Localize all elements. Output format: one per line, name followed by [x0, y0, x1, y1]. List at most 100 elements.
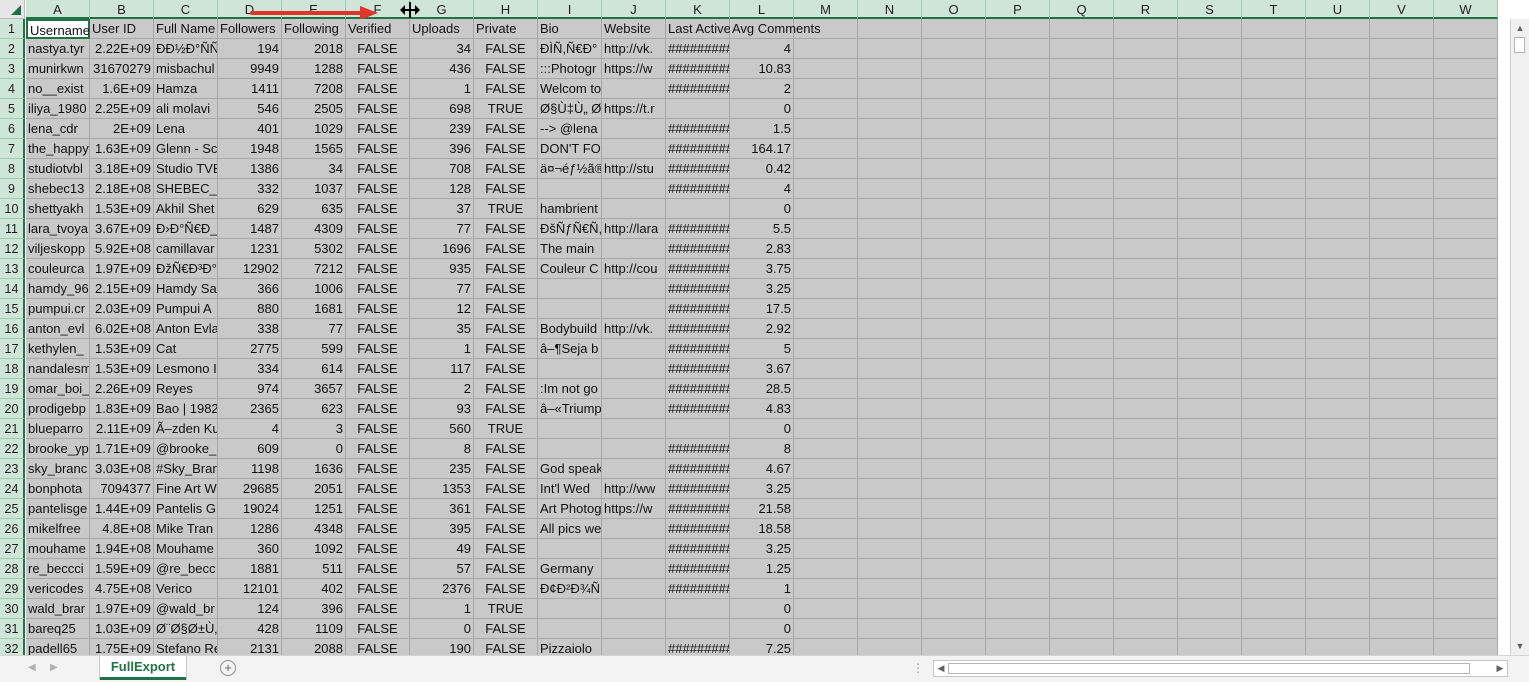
table-cell[interactable]: Bodybuild [538, 319, 602, 339]
row-header[interactable]: 24 [0, 479, 25, 499]
table-cell[interactable] [666, 599, 730, 619]
table-cell[interactable]: 1636 [282, 459, 346, 479]
table-cell[interactable]: 402 [282, 579, 346, 599]
table-cell[interactable] [1050, 539, 1114, 559]
table-cell[interactable]: FALSE [346, 379, 410, 399]
table-cell[interactable] [1370, 439, 1434, 459]
table-cell[interactable] [922, 559, 986, 579]
table-cell[interactable]: 0 [730, 199, 794, 219]
table-cell[interactable] [794, 139, 858, 159]
table-cell[interactable]: 1386 [218, 159, 282, 179]
table-cell[interactable]: 1029 [282, 119, 346, 139]
table-cell[interactable] [1370, 379, 1434, 399]
table-cell[interactable] [794, 399, 858, 419]
table-cell[interactable] [794, 199, 858, 219]
table-cell[interactable]: FALSE [474, 179, 538, 199]
table-cell[interactable]: God speak [538, 459, 602, 479]
row-header[interactable]: 19 [0, 379, 25, 399]
table-cell[interactable] [1178, 459, 1242, 479]
header-cell[interactable]: Avg Comments [730, 19, 821, 39]
table-cell[interactable] [858, 419, 922, 439]
table-cell[interactable] [1242, 119, 1306, 139]
table-cell[interactable]: 4 [218, 419, 282, 439]
table-cell[interactable]: 4 [730, 39, 794, 59]
table-cell[interactable]: Ð¢Ð²Ð¾Ñ [538, 579, 602, 599]
table-cell[interactable] [986, 319, 1050, 339]
table-cell[interactable] [1306, 99, 1370, 119]
table-cell[interactable] [1242, 379, 1306, 399]
table-cell[interactable] [1050, 519, 1114, 539]
table-cell[interactable]: FALSE [346, 339, 410, 359]
table-cell[interactable] [858, 579, 922, 599]
table-cell[interactable] [1242, 159, 1306, 179]
table-cell[interactable]: 4.83 [730, 399, 794, 419]
table-cell[interactable] [1114, 479, 1178, 499]
table-cell[interactable] [1306, 199, 1370, 219]
column-header[interactable]: A [26, 0, 90, 19]
table-cell[interactable] [1434, 319, 1498, 339]
table-cell[interactable] [666, 199, 730, 219]
table-cell[interactable] [1178, 439, 1242, 459]
table-cell[interactable] [1114, 319, 1178, 339]
table-cell[interactable] [986, 219, 1050, 239]
table-cell[interactable]: munirkwn [26, 59, 90, 79]
scroll-up-icon[interactable]: ▲ [1513, 21, 1527, 35]
table-cell[interactable] [1306, 539, 1370, 559]
table-cell[interactable] [1370, 319, 1434, 339]
table-cell[interactable]: 1037 [282, 179, 346, 199]
column-header[interactable]: U [1306, 0, 1370, 19]
table-cell[interactable]: 1565 [282, 139, 346, 159]
column-header[interactable]: Q [1050, 0, 1114, 19]
table-cell[interactable] [986, 479, 1050, 499]
table-cell[interactable] [602, 559, 666, 579]
add-sheet-button[interactable]: + [220, 660, 236, 676]
table-cell[interactable] [1050, 439, 1114, 459]
column-header[interactable]: W [1434, 0, 1498, 19]
table-cell[interactable] [1242, 559, 1306, 579]
row-header[interactable]: 12 [0, 239, 25, 259]
table-cell[interactable] [858, 119, 922, 139]
table-cell[interactable] [986, 619, 1050, 639]
table-cell[interactable] [1434, 239, 1498, 259]
table-cell[interactable]: 4.67 [730, 459, 794, 479]
table-cell[interactable] [858, 319, 922, 339]
table-cell[interactable] [1114, 59, 1178, 79]
table-cell[interactable]: 12 [410, 299, 474, 319]
scroll-down-icon[interactable]: ▼ [1513, 639, 1527, 653]
table-cell[interactable]: 1.83E+09 [90, 399, 154, 419]
table-cell[interactable] [1370, 159, 1434, 179]
table-cell[interactable]: FALSE [346, 319, 410, 339]
table-cell[interactable] [1370, 619, 1434, 639]
table-cell[interactable] [1050, 579, 1114, 599]
table-cell[interactable] [922, 479, 986, 499]
header-cell[interactable] [1434, 19, 1498, 39]
table-cell[interactable]: FALSE [474, 299, 538, 319]
table-cell[interactable]: FALSE [474, 619, 538, 639]
table-cell[interactable] [1306, 59, 1370, 79]
table-cell[interactable]: 8 [410, 439, 474, 459]
table-cell[interactable] [1050, 359, 1114, 379]
table-cell[interactable] [1242, 279, 1306, 299]
table-cell[interactable]: Fine Art W [154, 479, 218, 499]
table-cell[interactable] [538, 179, 602, 199]
table-cell[interactable] [1306, 479, 1370, 499]
table-cell[interactable] [1434, 499, 1498, 519]
table-cell[interactable] [602, 539, 666, 559]
table-cell[interactable]: Bao | 1982 [154, 399, 218, 419]
table-cell[interactable] [1370, 479, 1434, 499]
table-cell[interactable]: 3.18E+09 [90, 159, 154, 179]
table-cell[interactable]: 935 [410, 259, 474, 279]
table-cell[interactable]: ######### [666, 519, 730, 539]
table-cell[interactable] [602, 279, 666, 299]
table-cell[interactable] [1242, 359, 1306, 379]
table-cell[interactable]: 1.44E+09 [90, 499, 154, 519]
table-cell[interactable] [602, 459, 666, 479]
table-cell[interactable]: 2.92 [730, 319, 794, 339]
table-cell[interactable] [986, 339, 1050, 359]
prev-sheet-icon[interactable]: ◀ [28, 662, 36, 673]
table-cell[interactable] [858, 499, 922, 519]
table-cell[interactable]: Cat [154, 339, 218, 359]
column-header[interactable]: C [154, 0, 218, 19]
table-cell[interactable]: 0 [730, 99, 794, 119]
scroll-left-icon[interactable]: ◀ [935, 662, 947, 675]
